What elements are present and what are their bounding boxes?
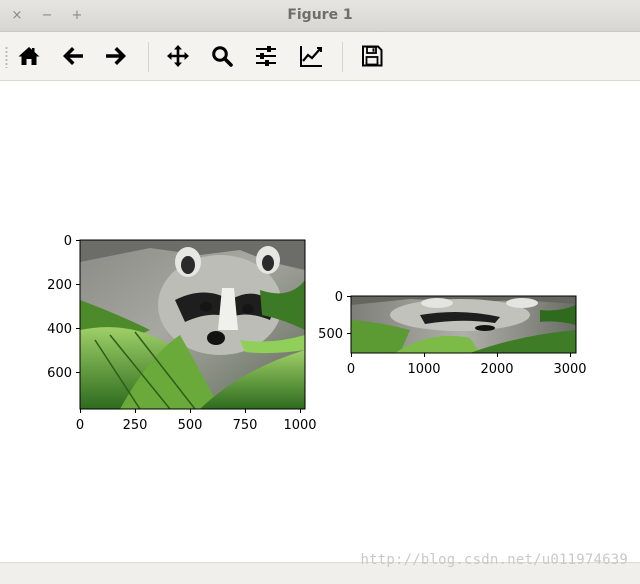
window-title: Figure 1 [287, 7, 353, 23]
home-icon [18, 47, 40, 65]
pan-button[interactable] [163, 41, 193, 71]
pan-move-icon [167, 45, 189, 67]
toolbar-separator [342, 42, 343, 72]
configure-subplots-icon [256, 46, 276, 66]
toolbar-grip[interactable] [5, 46, 8, 68]
save-button[interactable] [357, 41, 387, 71]
zoom-button[interactable] [207, 41, 237, 71]
figure-canvas[interactable] [0, 81, 640, 562]
toolbar-separator [148, 42, 149, 72]
navigation-toolbar [0, 32, 640, 81]
edit-axis-button[interactable] [296, 41, 326, 71]
forward-button[interactable] [101, 41, 131, 71]
forward-arrow-icon [106, 47, 126, 65]
save-floppy-icon [362, 45, 383, 67]
zoom-magnifier-icon [212, 46, 233, 67]
configure-subplots-button[interactable] [251, 41, 281, 71]
back-arrow-icon [63, 47, 83, 65]
home-button[interactable] [14, 41, 44, 71]
back-button[interactable] [58, 41, 88, 71]
watermark-text: http://blog.csdn.net/u011974639 [360, 552, 628, 568]
edit-axis-curve-icon [300, 46, 322, 67]
window-titlebar: × − + Figure 1 [0, 0, 640, 32]
